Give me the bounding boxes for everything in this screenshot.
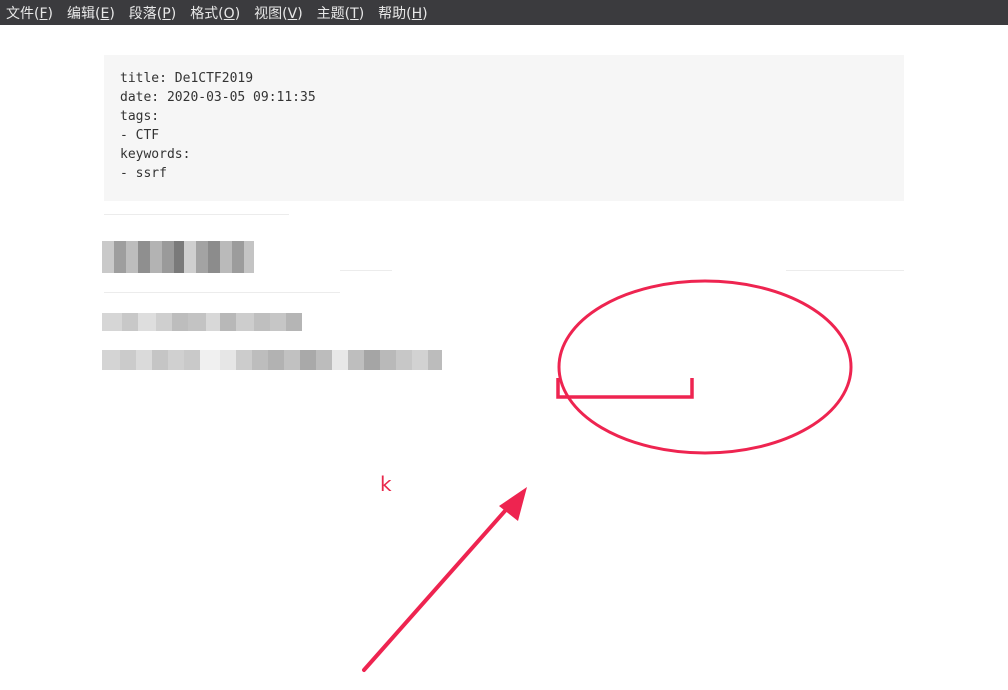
annotation-arrow-head bbox=[499, 487, 527, 521]
menu-theme-accel: T bbox=[350, 5, 359, 22]
menu-help-accel: H bbox=[411, 5, 423, 22]
menu-format-close: ) bbox=[234, 5, 241, 22]
yaml-front-matter-block[interactable]: title: De1CTF2019 date: 2020-03-05 09:11… bbox=[104, 55, 904, 201]
menu-view-accel: V bbox=[287, 5, 298, 22]
annotation-bracket bbox=[556, 378, 694, 399]
front-matter-line-tags: tags: bbox=[120, 109, 160, 124]
menu-paragraph-label: 段落( bbox=[128, 5, 163, 22]
menu-format[interactable]: 格式(O) bbox=[190, 3, 240, 23]
menu-theme[interactable]: 主题(T) bbox=[317, 3, 365, 23]
menu-help-close: ) bbox=[422, 5, 428, 22]
cursor-character: k bbox=[380, 472, 392, 496]
front-matter-line-tag-item: - CTF bbox=[120, 128, 160, 143]
menu-view-close: ) bbox=[297, 5, 303, 22]
menu-format-accel: O bbox=[223, 5, 235, 22]
annotation-circle bbox=[557, 279, 853, 455]
menu-theme-label: 主题( bbox=[316, 5, 351, 22]
annotation-arrow-shaft bbox=[362, 501, 514, 672]
menu-edit[interactable]: 编辑(E) bbox=[67, 3, 115, 23]
front-matter-line-date: date: 2020-03-05 09:11:35 bbox=[120, 90, 316, 105]
menu-file-accel: F bbox=[39, 5, 48, 22]
redacted-text-line bbox=[102, 313, 302, 331]
menu-file[interactable]: 文件(F) bbox=[6, 3, 53, 23]
menu-paragraph[interactable]: 段落(P) bbox=[129, 3, 176, 23]
menu-theme-close: ) bbox=[358, 5, 365, 22]
front-matter-line-keyword-item: - ssrf bbox=[120, 166, 167, 181]
menu-help[interactable]: 帮助(H) bbox=[378, 3, 427, 23]
menu-edit-label: 编辑( bbox=[67, 5, 101, 22]
menu-paragraph-close: ) bbox=[170, 5, 177, 22]
front-matter-line-keywords: keywords: bbox=[120, 147, 191, 162]
divider bbox=[340, 270, 392, 271]
menu-file-close: ) bbox=[47, 5, 53, 22]
redacted-text-line bbox=[102, 350, 444, 370]
menu-bar: 文件(F) 编辑(E) 段落(P) 格式(O) 视图(V) 主题(T) 帮助(H… bbox=[0, 0, 1008, 25]
menu-view[interactable]: 视图(V) bbox=[254, 3, 303, 23]
menu-edit-close: ) bbox=[109, 5, 115, 22]
divider bbox=[786, 270, 904, 271]
menu-paragraph-accel: P bbox=[162, 5, 171, 22]
redacted-heading bbox=[102, 241, 254, 273]
divider bbox=[104, 214, 289, 215]
menu-format-label: 格式( bbox=[190, 5, 224, 22]
menu-edit-accel: E bbox=[100, 5, 110, 22]
front-matter-line-title: title: De1CTF2019 bbox=[120, 71, 254, 86]
menu-view-label: 视图( bbox=[254, 5, 288, 22]
divider bbox=[104, 292, 340, 293]
menu-file-label: 文件( bbox=[6, 5, 40, 22]
menu-help-label: 帮助( bbox=[378, 5, 412, 22]
